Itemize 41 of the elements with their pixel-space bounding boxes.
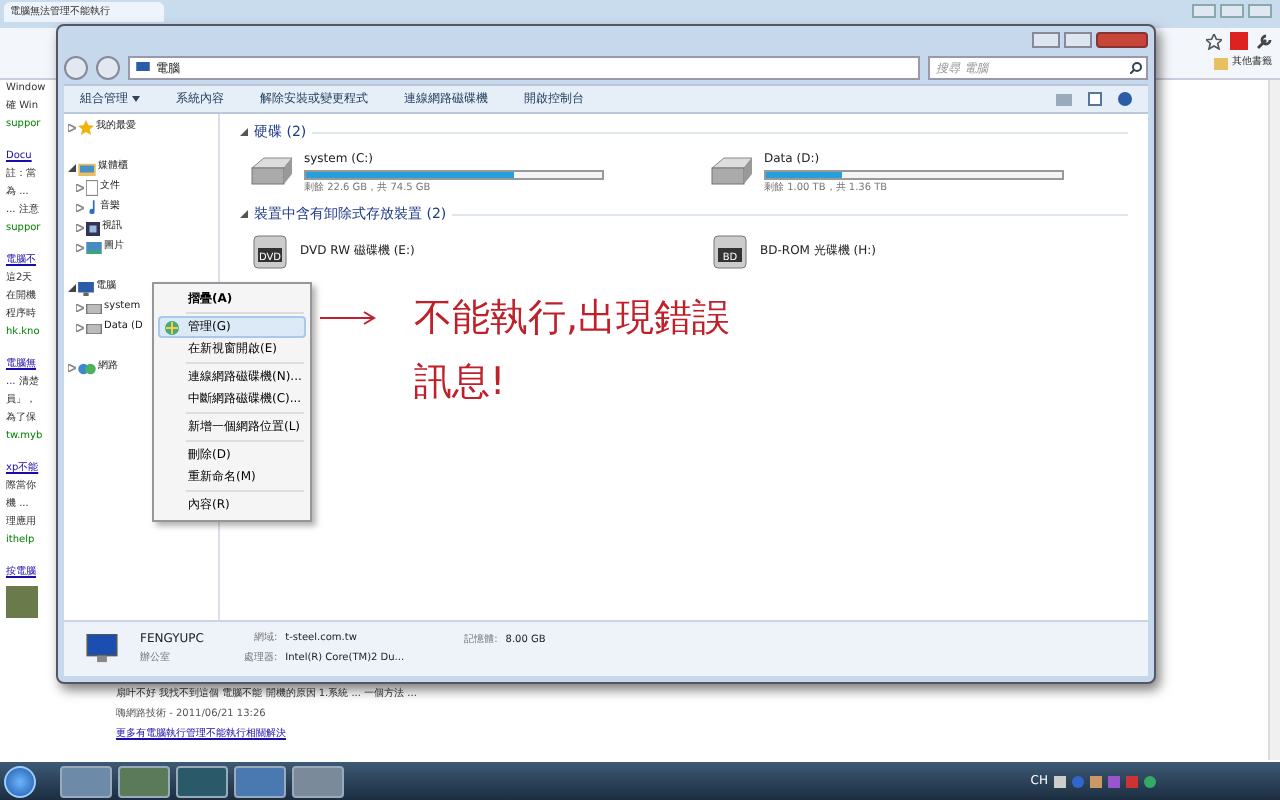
star-icon[interactable] [1206,33,1222,49]
expand-arrow-icon[interactable] [76,184,84,192]
help-icon[interactable] [1118,92,1132,106]
maximize-icon[interactable] [1220,4,1244,18]
close-icon[interactable] [1248,4,1272,18]
annotation-text: 不能執行,出現錯誤 [414,296,731,340]
wrench-icon[interactable] [1256,33,1272,49]
minimize-icon[interactable] [1032,32,1060,48]
expand-arrow-icon[interactable] [76,244,84,252]
minimize-icon[interactable] [1192,4,1216,18]
expand-arrow-icon[interactable] [76,224,84,232]
star-icon [78,120,94,136]
collapse-arrow-icon[interactable] [68,284,76,292]
maximize-icon[interactable] [1064,32,1092,48]
search-icon [1130,62,1142,74]
back-button[interactable] [64,56,88,80]
collapse-arrow-icon[interactable] [240,128,248,137]
hard-drive-icon [248,156,296,189]
start-button[interactable] [4,765,36,797]
view-options-icon[interactable] [1056,93,1072,105]
expand-arrow-icon[interactable] [76,324,84,332]
photo-placeholder [6,586,38,618]
expand-arrow-icon[interactable] [76,204,84,212]
shield-icon [164,320,180,336]
expand-arrow-icon[interactable] [76,304,84,312]
expand-arrow-icon[interactable] [68,364,76,372]
collapse-arrow-icon[interactable] [240,210,248,219]
picture-icon [86,242,102,254]
expand-arrow-icon[interactable] [68,124,76,132]
computer-icon [84,634,120,664]
scrollbar[interactable] [1268,80,1280,760]
collapse-arrow-icon[interactable] [68,164,76,172]
document-icon [86,180,98,196]
hard-drive-icon [708,156,756,189]
preview-pane-icon[interactable] [1088,92,1102,106]
music-note-icon [86,200,98,216]
network-icon [78,361,96,375]
annotation-text: 訊息! [414,360,508,404]
forward-button[interactable] [96,56,120,80]
arrow [320,310,376,326]
film-icon [86,221,100,235]
